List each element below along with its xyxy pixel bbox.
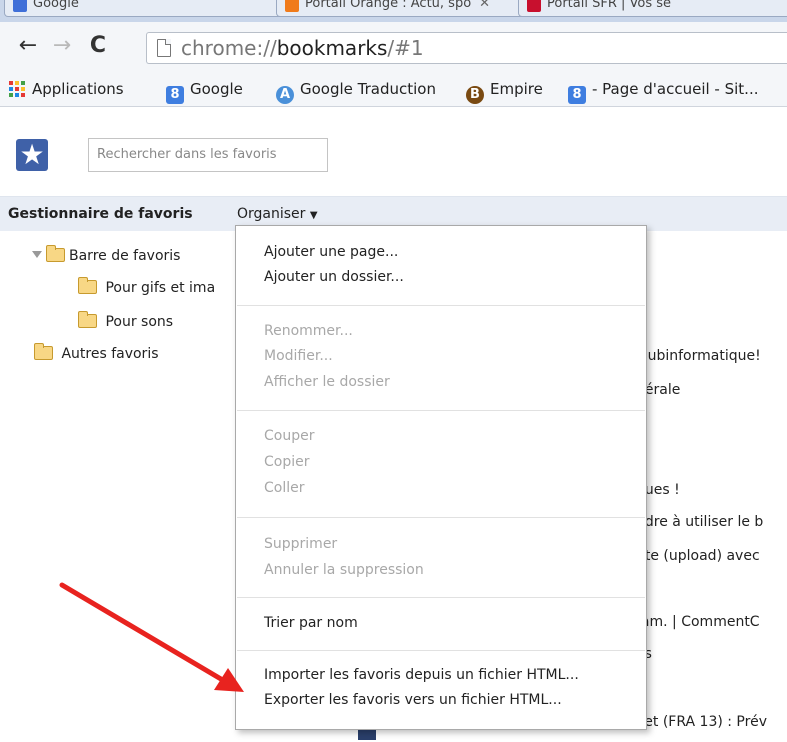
- organise-menu-button[interactable]: Organiser ▼: [237, 206, 318, 222]
- empire-icon: B: [466, 86, 484, 104]
- close-tab-icon[interactable]: ✕: [479, 0, 490, 11]
- bookmark-page-accueil[interactable]: 8- Page d'accueil - Sit...: [568, 72, 759, 106]
- address-bar[interactable]: chrome://bookmarks/#1: [146, 32, 787, 64]
- star-icon: ★: [19, 138, 45, 171]
- menu-separator: [237, 517, 645, 518]
- menu-item-show-folder[interactable]: Afficher le dossier: [264, 374, 390, 390]
- folder-open-icon: [46, 245, 65, 262]
- expand-triangle-icon[interactable]: [32, 251, 42, 258]
- menu-item-import-html[interactable]: Importer les favoris depuis un fichier H…: [264, 667, 579, 683]
- tab-orange[interactable]: Portail Orange : Actu, spo ✕: [276, 0, 554, 17]
- folder-icon: [78, 277, 97, 294]
- url-text: chrome://bookmarks/#1: [181, 36, 424, 60]
- google-favicon-icon: [13, 0, 27, 12]
- reload-icon[interactable]: C: [86, 34, 110, 58]
- list-item[interactable]: clubinformatique!: [636, 348, 761, 364]
- sfr-favicon-icon: [527, 0, 541, 12]
- list-item[interactable]: nte (upload) avec: [636, 548, 760, 564]
- tab-sfr[interactable]: Portail SFR | Vos se: [518, 0, 787, 17]
- menu-item-rename[interactable]: Renommer...: [264, 323, 353, 339]
- page-title: Gestionnaire de favoris: [8, 206, 193, 222]
- list-item[interactable]: ndre à utiliser le b: [636, 514, 763, 530]
- menu-item-add-page[interactable]: Ajouter une page...: [264, 244, 398, 260]
- browser-toolbar: ← → C chrome://bookmarks/#1: [0, 22, 787, 72]
- tree-item-autres-favoris[interactable]: Autres favoris: [34, 343, 159, 362]
- tree-item-barre-de-favoris[interactable]: Barre de favoris: [32, 245, 180, 264]
- menu-item-delete[interactable]: Supprimer: [264, 536, 337, 552]
- bookmarks-bar: Applications 8 Google A Google Traduction …: [0, 72, 787, 107]
- menu-separator: [237, 597, 645, 598]
- bookmark-google[interactable]: 8 Google: [166, 72, 243, 106]
- menu-item-undo-delete[interactable]: Annuler la suppression: [264, 562, 424, 578]
- folder-icon: [34, 343, 53, 360]
- tree-item-pour-sons[interactable]: Pour sons: [78, 311, 173, 330]
- menu-item-cut[interactable]: Couper: [264, 428, 314, 444]
- translate-icon: A: [276, 86, 294, 104]
- search-input[interactable]: Rechercher dans les favoris: [88, 138, 328, 172]
- tab-strip: Google Portail Orange : Actu, spo ✕ Porta…: [0, 0, 787, 22]
- menu-item-copy[interactable]: Copier: [264, 454, 310, 470]
- menu-item-export-html[interactable]: Exporter les favoris vers un fichier HTM…: [264, 692, 562, 708]
- menu-item-paste[interactable]: Coller: [264, 480, 305, 496]
- orange-favicon-icon: [285, 0, 299, 12]
- menu-item-sort-by-name[interactable]: Trier par nom: [264, 615, 358, 631]
- menu-item-modify[interactable]: Modifier...: [264, 348, 333, 364]
- google-icon: 8: [166, 86, 184, 104]
- page-icon: [157, 39, 171, 57]
- menu-item-add-folder[interactable]: Ajouter un dossier...: [264, 269, 404, 285]
- apps-grid-icon: [8, 80, 26, 98]
- folder-icon: [78, 311, 97, 328]
- bookmark-google-traduction[interactable]: A Google Traduction: [276, 72, 436, 106]
- forward-arrow-icon[interactable]: →: [50, 34, 74, 58]
- menu-separator: [237, 410, 645, 411]
- bookmark-empire[interactable]: B Empire: [466, 72, 543, 106]
- tab-google[interactable]: Google: [4, 0, 312, 17]
- tree-item-pour-gifs[interactable]: Pour gifs et ima: [78, 277, 215, 296]
- menu-separator: [237, 650, 645, 651]
- dropdown-caret-icon: ▼: [309, 210, 318, 221]
- list-item[interactable]: vet (FRA 13) : Prév: [636, 714, 767, 730]
- google-sites-icon: 8: [568, 86, 586, 104]
- list-item[interactable]: fam. | CommentC: [636, 614, 760, 630]
- back-arrow-icon[interactable]: ←: [16, 34, 40, 58]
- bookmark-applications[interactable]: Applications: [8, 72, 124, 106]
- organise-dropdown-menu: Ajouter une page... Ajouter un dossier..…: [235, 225, 647, 730]
- menu-separator: [237, 305, 645, 306]
- bookmarks-star-logo: ★: [16, 139, 48, 171]
